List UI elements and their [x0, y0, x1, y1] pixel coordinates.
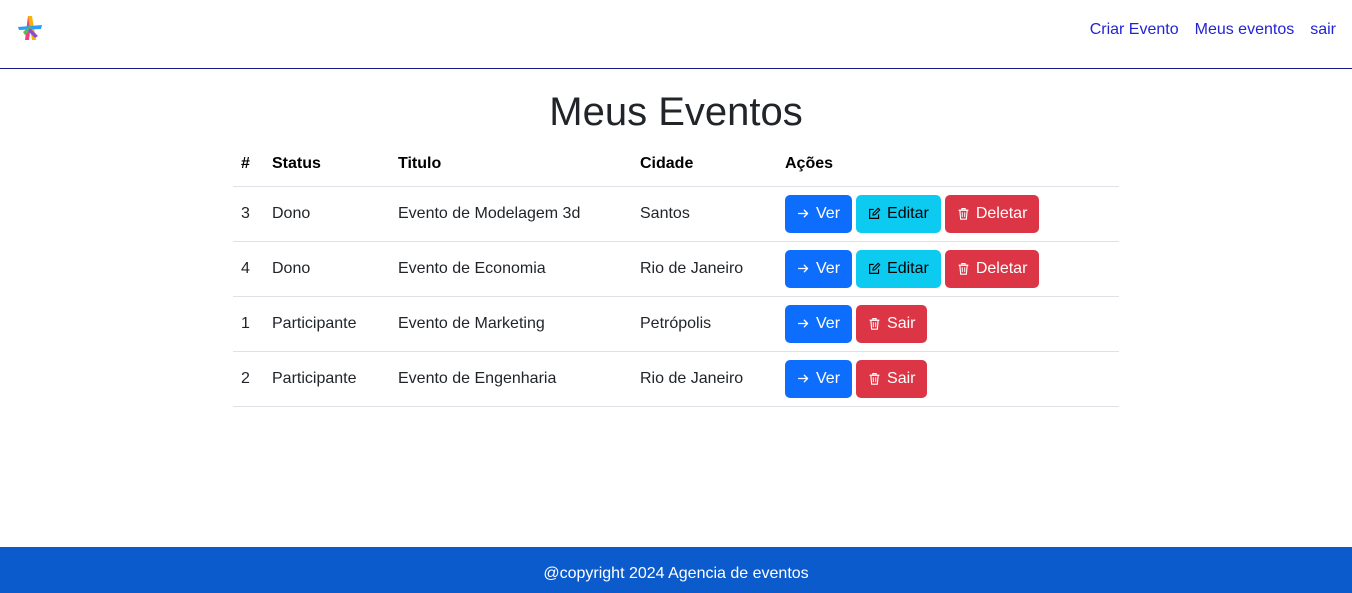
button-label: Deletar	[975, 259, 1028, 277]
button-label: Sair	[887, 314, 916, 332]
cell-city: Rio de Janeiro	[632, 241, 777, 297]
arrow-right-icon	[797, 262, 810, 275]
table-header-row: # Status Titulo Cidade Ações	[233, 143, 1119, 187]
ver-button[interactable]: Ver	[785, 194, 853, 233]
button-label: Ver	[816, 259, 841, 277]
arrow-right-icon	[797, 372, 810, 385]
button-label: Editar	[887, 204, 929, 222]
cell-status: Participante	[264, 296, 390, 352]
action-buttons: Ver Editar Deletar	[785, 249, 1111, 288]
header-number: #	[233, 143, 264, 187]
arrow-right-icon	[797, 207, 810, 220]
cell-actions: Ver Editar Deletar	[777, 186, 1119, 242]
cell-actions: Ver Sair	[777, 296, 1119, 352]
cell-title: Evento de Engenharia	[390, 351, 632, 407]
events-table: # Status Titulo Cidade Ações 3 Dono Evento…	[233, 143, 1119, 407]
cell-city: Santos	[632, 186, 777, 242]
button-label: Ver	[816, 369, 841, 387]
cell-actions: Ver Editar Deletar	[777, 241, 1119, 297]
deletar-button[interactable]: Deletar	[944, 194, 1040, 233]
cell-title: Evento de Modelagem 3d	[390, 186, 632, 242]
cell-status: Dono	[264, 186, 390, 242]
button-label: Ver	[816, 314, 841, 332]
navbar: Criar Evento Meus eventos sair	[0, 0, 1352, 69]
cell-city: Petrópolis	[632, 296, 777, 352]
footer: @copyright 2024 Agencia de eventos	[0, 547, 1352, 593]
nav-link-sair[interactable]: sair	[1310, 20, 1336, 40]
action-buttons: Ver Editar Deletar	[785, 194, 1111, 233]
trash-icon	[957, 262, 970, 275]
cell-status: Participante	[264, 351, 390, 407]
nav-links: Criar Evento Meus eventos sair	[1090, 20, 1336, 40]
trash-icon	[868, 317, 881, 330]
table-row: 4 Dono Evento de Economia Rio de Janeiro Ver…	[233, 241, 1119, 297]
footer-copyright: @copyright 2024 Agencia de eventos	[543, 565, 809, 582]
header-status: Status	[264, 143, 390, 187]
cell-status: Dono	[264, 241, 390, 297]
header-title: Titulo	[390, 143, 632, 187]
editar-button[interactable]: Editar	[856, 194, 941, 233]
cell-id: 1	[233, 296, 264, 352]
colorful-star-logo-icon[interactable]	[16, 14, 44, 42]
button-label: Deletar	[975, 204, 1028, 222]
cell-id: 3	[233, 186, 264, 242]
edit-icon	[868, 262, 881, 275]
action-buttons: Ver Sair	[785, 304, 1111, 343]
cell-title: Evento de Economia	[390, 241, 632, 297]
page-title: Meus Eventos	[549, 90, 803, 134]
nav-link-meus-eventos[interactable]: Meus eventos	[1195, 20, 1295, 40]
button-label: Ver	[816, 204, 841, 222]
button-label: Sair	[887, 369, 916, 387]
cell-actions: Ver Sair	[777, 351, 1119, 407]
header-city: Cidade	[632, 143, 777, 187]
cell-title: Evento de Marketing	[390, 296, 632, 352]
nav-link-criar-evento[interactable]: Criar Evento	[1090, 20, 1179, 40]
button-label: Editar	[887, 259, 929, 277]
table-row: 1 Participante Evento de Marketing Petrópol…	[233, 296, 1119, 352]
ver-button[interactable]: Ver	[785, 304, 853, 343]
table-row: 3 Dono Evento de Modelagem 3d Santos Ver Edit…	[233, 186, 1119, 242]
sair-button[interactable]: Sair	[856, 359, 928, 398]
sair-button[interactable]: Sair	[856, 304, 928, 343]
table-row: 2 Participante Evento de Engenharia Rio de …	[233, 351, 1119, 407]
cell-id: 4	[233, 241, 264, 297]
deletar-button[interactable]: Deletar	[944, 249, 1040, 288]
header-actions: Ações	[777, 143, 1119, 187]
cell-city: Rio de Janeiro	[632, 351, 777, 407]
trash-icon	[957, 207, 970, 220]
edit-icon	[868, 207, 881, 220]
cell-id: 2	[233, 351, 264, 407]
editar-button[interactable]: Editar	[856, 249, 941, 288]
ver-button[interactable]: Ver	[785, 359, 853, 398]
ver-button[interactable]: Ver	[785, 249, 853, 288]
arrow-right-icon	[797, 317, 810, 330]
action-buttons: Ver Sair	[785, 359, 1111, 398]
trash-icon	[868, 372, 881, 385]
